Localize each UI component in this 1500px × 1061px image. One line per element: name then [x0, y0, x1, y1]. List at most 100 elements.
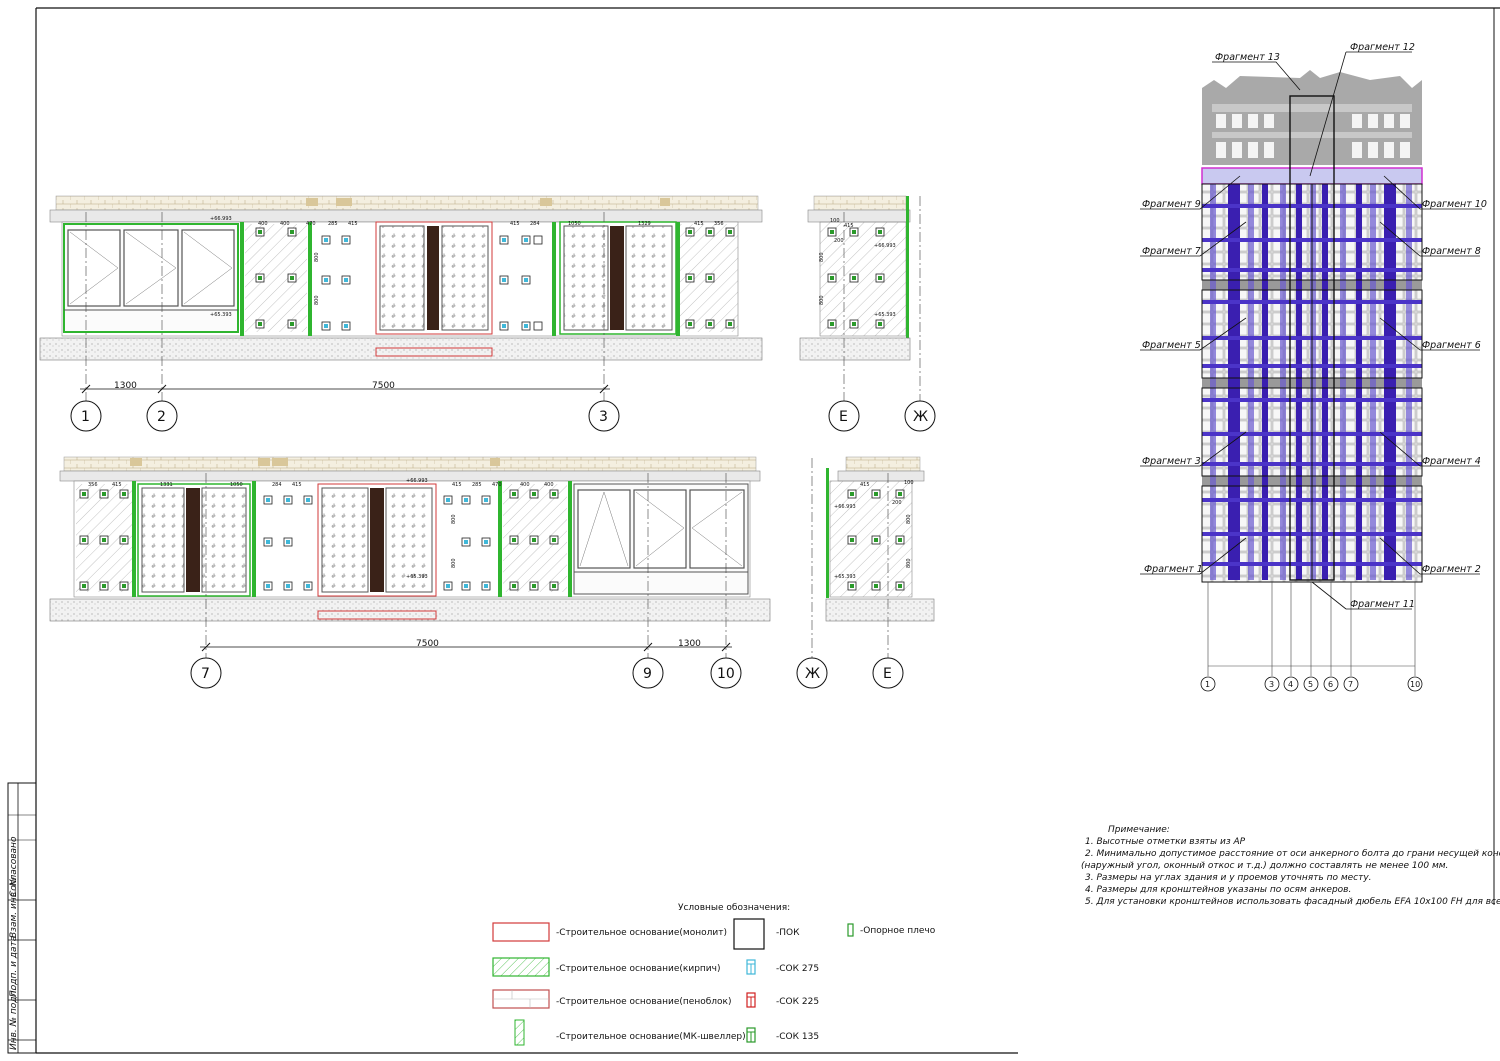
note-4: 4. Размеры для кронштейнов указаны по ос… [1085, 885, 1351, 895]
fragment-13-label: Фрагмент 13 [1215, 52, 1280, 63]
mini-dim: 284 [530, 221, 540, 227]
note-2-cont: (наружный угол, оконный откос и т.д.) до… [1081, 861, 1448, 871]
svg-text:Е: Е [883, 666, 892, 682]
window-block-bottom [573, 483, 749, 595]
legend-channel: -Строительное основание(МК-швеллер) [556, 1032, 746, 1042]
mini-dim: 415 [452, 482, 462, 488]
mini-dim: 100 [830, 218, 840, 224]
mini-dim: 415 [510, 221, 520, 227]
mini-dim: 415 [348, 221, 358, 227]
stamp-inv-label: Инв. № подл. [9, 988, 19, 1050]
mini-dim: 800 [451, 558, 457, 568]
legend-foam: -Строительное основание(пеноблок) [556, 997, 731, 1007]
fragment-1-label: Фрагмент 1 [1144, 564, 1203, 575]
axis-bubble-9: 9 [632, 657, 664, 689]
level-top-low: +65.393 [210, 312, 232, 318]
legend-channel-swatch [514, 1019, 525, 1046]
svg-text:Ж: Ж [805, 666, 820, 682]
fragment-5-label: Фрагмент 5 [1142, 340, 1201, 351]
level: +65.393 [874, 312, 896, 318]
level: +66.993 [874, 243, 896, 249]
axis-bubble-E-bottom: Е [872, 657, 904, 689]
axis-bubble-7: 7 [190, 657, 222, 689]
note-2: 2. Минимально допустимое расстояние от о… [1085, 849, 1500, 859]
mini-dim: 415 [694, 221, 704, 227]
svg-text:Ж: Ж [913, 409, 928, 425]
mini-dim: 400 [258, 221, 268, 227]
mini-dim: 285 [472, 482, 482, 488]
mini-dim: 200 [834, 238, 844, 244]
fragment-4-label: Фрагмент 4 [1422, 456, 1481, 467]
legend-sok275: -СОК 275 [776, 964, 819, 974]
axis-bubble-10: 10 [710, 657, 742, 689]
mini-dim: 800 [819, 252, 825, 262]
dim-1300-top: 1300 [114, 381, 137, 391]
facade-axis: 10 [1410, 680, 1420, 689]
legend-pok-swatch [733, 918, 765, 950]
facade-axis: 4 [1288, 680, 1293, 689]
note-3: 3. Размеры на углах здания и у проемов у… [1085, 873, 1372, 883]
legend-brick: -Строительное основание(кирпич) [556, 964, 720, 974]
fragment-10-label: Фрагмент 10 [1422, 199, 1487, 210]
legend-foam-swatch [492, 989, 550, 1009]
legend-support: -Опорное плечо [860, 926, 936, 936]
mini-dim: 356 [88, 482, 98, 488]
svg-text:10: 10 [717, 666, 735, 682]
fragment-7-label: Фрагмент 7 [1142, 246, 1201, 257]
mini-dim: 415 [844, 223, 854, 229]
mini-dim: 1050 [568, 221, 581, 227]
legend-sok135: -СОК 135 [776, 1032, 819, 1042]
legend-sok135-icon [746, 1027, 756, 1043]
legend-monolith-swatch [492, 922, 550, 942]
axis-bubble-E-top: Е [828, 400, 860, 432]
facade-axis: 5 [1308, 680, 1313, 689]
facade-overview: 1 3 4 5 6 7 10 Фрагмент 13 Фрагмент 12 Ф… [1140, 42, 1487, 692]
elevation-bottom-side: Ж Е +66.993 +65.393 415 100 200 800 800 [796, 456, 935, 689]
mini-dim: 400 [544, 482, 554, 488]
mini-dim: 415 [860, 482, 870, 488]
legend-support-icon [847, 923, 854, 937]
dim-7500-top: 7500 [372, 381, 395, 391]
approval-stamp: Согласовано Взам. инв. № Подп. и дата Ин… [7, 782, 37, 1054]
mini-dim: 200 [892, 500, 902, 506]
mini-dim: 800 [906, 514, 912, 524]
svg-text:9: 9 [643, 666, 652, 682]
facade-axis: 1 [1205, 680, 1210, 689]
mini-dim: 800 [314, 295, 320, 305]
svg-text:1: 1 [81, 409, 90, 425]
axis-bubble-2: 2 [146, 400, 178, 432]
fragment-6-label: Фрагмент 6 [1422, 340, 1481, 351]
stamp-sign-label: Подп. и дата [9, 936, 19, 997]
mini-dim: 800 [451, 514, 457, 524]
fragment-9-label: Фрагмент 9 [1142, 199, 1201, 210]
svg-text:7: 7 [201, 666, 210, 682]
mini-dim: 100 [904, 480, 914, 486]
mini-dim: 284 [272, 482, 282, 488]
mini-dim: 400 [520, 482, 530, 488]
legend-sok225: -СОК 225 [776, 997, 819, 1007]
mini-dim: 415 [112, 482, 122, 488]
mini-dim: 285 [328, 221, 338, 227]
note-5: 5. Для установки кронштейнов использоват… [1085, 897, 1500, 907]
axis-bubble-3: 3 [588, 400, 620, 432]
axis-bubble-Zh-top: Ж [904, 400, 936, 432]
fragment-2-label: Фрагмент 2 [1422, 564, 1481, 575]
mini-dim: 415 [292, 482, 302, 488]
mini-dim: 800 [314, 252, 320, 262]
svg-text:3: 3 [599, 409, 608, 425]
mini-dim: 800 [906, 558, 912, 568]
mini-dim: 1329 [638, 221, 651, 227]
facade-axis: 3 [1269, 680, 1274, 689]
svg-text:2: 2 [157, 409, 166, 425]
elevation-bottom: 7500 1300 7 9 10 +66.993 +65.393 356 415… [49, 456, 771, 689]
axis-bubble-1: 1 [70, 400, 102, 432]
fragment-11-label: Фрагмент 11 [1350, 599, 1415, 610]
stamp-replace-label: Взам. инв. № [9, 877, 19, 938]
legend-block: Условные обозначения: -Строительное осно… [492, 903, 936, 1046]
notes-title: Примечание: [1108, 825, 1170, 835]
legend-pok: -ПОК [776, 928, 800, 938]
mini-dim: 400 [280, 221, 290, 227]
elevation-top: 1300 7500 1 2 3 +66.993 +65.393 400 400 … [39, 195, 763, 432]
facade-axis: 7 [1348, 680, 1353, 689]
mini-dim: 470 [492, 482, 502, 488]
